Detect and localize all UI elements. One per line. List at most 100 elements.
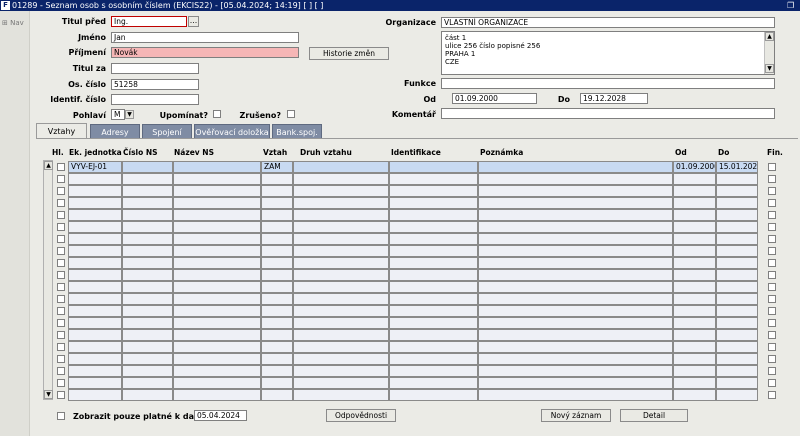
grid-cell-od[interactable] [673, 185, 716, 197]
fin-checkbox[interactable] [768, 355, 776, 363]
grid-cell-nazev_ns[interactable] [173, 281, 261, 293]
fin-checkbox[interactable] [768, 223, 776, 231]
grid-cell-ident[interactable] [389, 293, 478, 305]
fin-checkbox[interactable] [768, 211, 776, 219]
historie-zmen-button[interactable]: Historie změn [309, 47, 389, 60]
prijmeni-field[interactable]: Novák [111, 47, 299, 58]
hl-checkbox[interactable] [57, 271, 65, 279]
hl-checkbox[interactable] [57, 343, 65, 351]
grid-cell-cislo_ns[interactable] [122, 197, 173, 209]
grid-cell-nazev_ns[interactable] [173, 293, 261, 305]
grid-cell-pozn[interactable] [478, 269, 673, 281]
grid-cell-druh[interactable] [293, 185, 389, 197]
grid-cell-nazev_ns[interactable] [173, 209, 261, 221]
grid-cell-od[interactable] [673, 341, 716, 353]
fin-checkbox[interactable] [768, 283, 776, 291]
hl-checkbox[interactable] [57, 391, 65, 399]
grid-cell-ek[interactable] [68, 293, 122, 305]
grid-cell-druh[interactable] [293, 173, 389, 185]
grid-cell-vztah[interactable]: ZAM [261, 161, 293, 173]
grid-cell-do[interactable] [716, 341, 758, 353]
nav-label[interactable]: ⊞ Nav [2, 19, 24, 27]
grid-cell-od[interactable] [673, 377, 716, 389]
fin-checkbox[interactable] [768, 175, 776, 183]
fin-checkbox[interactable] [768, 187, 776, 195]
filter-date-field[interactable]: 05.04.2024 [194, 410, 247, 421]
grid-cell-nazev_ns[interactable] [173, 329, 261, 341]
grid-cell-vztah[interactable] [261, 197, 293, 209]
grid-cell-cislo_ns[interactable] [122, 281, 173, 293]
grid-cell-do[interactable] [716, 317, 758, 329]
titul-za-field[interactable] [111, 63, 199, 74]
grid-cell-pozn[interactable] [478, 293, 673, 305]
grid-cell-nazev_ns[interactable] [173, 221, 261, 233]
hl-checkbox[interactable] [57, 163, 65, 171]
grid-cell-od[interactable] [673, 365, 716, 377]
hl-checkbox[interactable] [57, 319, 65, 327]
scroll-down-icon[interactable]: ▼ [44, 390, 53, 399]
grid-cell-do[interactable] [716, 209, 758, 221]
grid-cell-nazev_ns[interactable] [173, 317, 261, 329]
grid-cell-ident[interactable] [389, 329, 478, 341]
grid-cell-ident[interactable] [389, 233, 478, 245]
grid-cell-od[interactable] [673, 353, 716, 365]
grid-cell-cislo_ns[interactable] [122, 389, 173, 401]
grid-cell-pozn[interactable] [478, 173, 673, 185]
hl-checkbox[interactable] [57, 283, 65, 291]
grid-cell-do[interactable] [716, 293, 758, 305]
grid-cell-do[interactable] [716, 173, 758, 185]
hl-checkbox[interactable] [57, 355, 65, 363]
identif-cislo-field[interactable] [111, 94, 199, 105]
hl-checkbox[interactable] [57, 367, 65, 375]
hl-checkbox[interactable] [57, 259, 65, 267]
grid-cell-do[interactable] [716, 197, 758, 209]
grid-cell-ident[interactable] [389, 389, 478, 401]
grid-cell-pozn[interactable] [478, 377, 673, 389]
hl-checkbox[interactable] [57, 247, 65, 255]
grid-cell-od[interactable] [673, 281, 716, 293]
grid-cell-ek[interactable] [68, 245, 122, 257]
grid-cell-pozn[interactable] [478, 221, 673, 233]
grid-cell-ident[interactable] [389, 185, 478, 197]
grid-cell-od[interactable] [673, 293, 716, 305]
grid-cell-do[interactable] [716, 305, 758, 317]
grid-cell-do[interactable]: 15.01.2028 [716, 161, 758, 173]
grid-cell-ek[interactable] [68, 329, 122, 341]
grid-cell-cislo_ns[interactable] [122, 185, 173, 197]
grid-cell-vztah[interactable] [261, 305, 293, 317]
grid-cell-ek[interactable] [68, 269, 122, 281]
fin-checkbox[interactable] [768, 391, 776, 399]
tab-spojeni[interactable]: Spojení [142, 124, 192, 139]
grid-cell-od[interactable] [673, 221, 716, 233]
grid-cell-nazev_ns[interactable] [173, 269, 261, 281]
funkce-field[interactable] [441, 78, 775, 89]
grid-cell-druh[interactable] [293, 257, 389, 269]
grid-cell-cislo_ns[interactable] [122, 329, 173, 341]
grid-cell-do[interactable] [716, 185, 758, 197]
grid-cell-ident[interactable] [389, 221, 478, 233]
grid-cell-od[interactable] [673, 305, 716, 317]
grid-cell-cislo_ns[interactable] [122, 377, 173, 389]
grid-cell-do[interactable] [716, 221, 758, 233]
grid-cell-druh[interactable] [293, 329, 389, 341]
grid-cell-vztah[interactable] [261, 185, 293, 197]
grid-cell-cislo_ns[interactable] [122, 245, 173, 257]
grid-cell-nazev_ns[interactable] [173, 365, 261, 377]
jmeno-field[interactable]: Jan [111, 32, 299, 43]
scroll-up-icon[interactable]: ▲ [44, 161, 53, 170]
grid-cell-ek[interactable]: VYV-EJ-01 [68, 161, 122, 173]
zruseno-checkbox[interactable] [287, 110, 295, 118]
grid-cell-vztah[interactable] [261, 353, 293, 365]
grid-cell-cislo_ns[interactable] [122, 293, 173, 305]
grid-cell-cislo_ns[interactable] [122, 353, 173, 365]
grid-cell-cislo_ns[interactable] [122, 233, 173, 245]
grid-cell-ek[interactable] [68, 365, 122, 377]
filter-checkbox[interactable] [57, 412, 65, 420]
organizace-field[interactable]: VLASTNÍ ORGANIZACE [441, 17, 775, 28]
grid-cell-do[interactable] [716, 245, 758, 257]
grid-cell-nazev_ns[interactable] [173, 161, 261, 173]
hl-checkbox[interactable] [57, 199, 65, 207]
grid-cell-vztah[interactable] [261, 365, 293, 377]
grid-cell-ek[interactable] [68, 173, 122, 185]
fin-checkbox[interactable] [768, 343, 776, 351]
